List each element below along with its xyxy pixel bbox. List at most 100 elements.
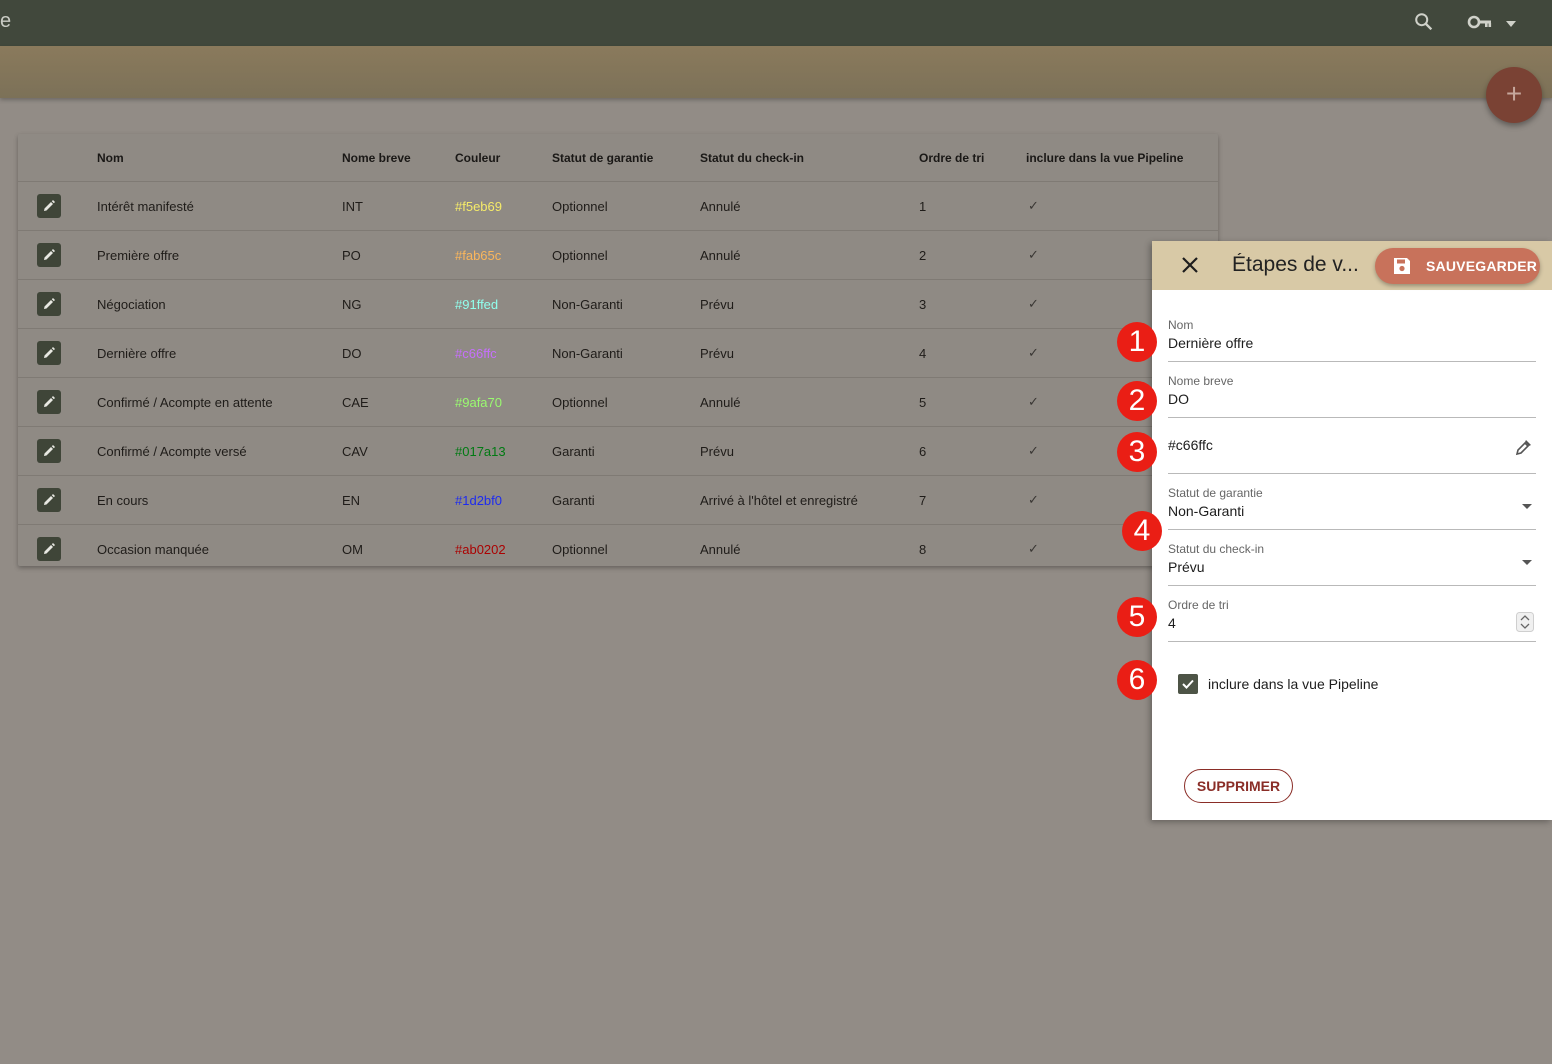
toolbar-strip xyxy=(0,46,1552,98)
pipeline-checkbox[interactable] xyxy=(1178,674,1198,694)
column-header-guarantee[interactable]: Statut de garantie xyxy=(552,134,653,181)
check-icon: ✓ xyxy=(1028,247,1039,262)
cell-color: #f5eb69 xyxy=(455,198,502,214)
cell-nom: Première offre xyxy=(97,247,180,263)
cell-checkin: Arrivé à l'hôtel et enregistré xyxy=(700,492,858,508)
table-row[interactable]: En cours EN #1d2bf0 Garanti Arrivé à l'hôtel… xyxy=(18,476,1218,525)
cell-short-name: EN xyxy=(342,492,361,508)
cell-color: #017a13 xyxy=(455,443,506,459)
sort-order-label: Ordre de tri xyxy=(1168,598,1229,612)
cell-color: #fab65c xyxy=(455,247,502,263)
cell-short-name: DO xyxy=(342,345,362,361)
delete-button[interactable]: SUPPRIMER xyxy=(1184,769,1293,803)
cell-guarantee: Optionnel xyxy=(552,198,608,214)
check-icon: ✓ xyxy=(1028,296,1039,311)
cell-color: #9afa70 xyxy=(455,394,502,410)
floppy-disk-icon xyxy=(1394,258,1410,274)
save-button-label: SAUVEGARDER xyxy=(1426,258,1538,274)
cell-sort-order: 3 xyxy=(919,296,927,312)
cell-nom: Confirmé / Acompte en attente xyxy=(97,394,273,410)
pencil-icon[interactable] xyxy=(37,488,61,512)
sort-order-field[interactable]: Ordre de tri 4 xyxy=(1168,598,1536,642)
table-row[interactable]: Première offre PO #fab65c Optionnel Annulé 2 ✓ xyxy=(18,231,1218,280)
column-header-pipeline[interactable]: inclure dans la vue Pipeline xyxy=(1026,134,1183,181)
number-stepper[interactable] xyxy=(1516,612,1534,637)
pencil-icon[interactable] xyxy=(37,341,61,365)
cell-checkin: Annulé xyxy=(700,247,741,263)
annotation-badge-5: 5 xyxy=(1117,597,1157,637)
close-icon[interactable] xyxy=(1180,255,1200,280)
annotation-badge-3: 3 xyxy=(1117,432,1157,472)
short-name-field-value[interactable]: DO xyxy=(1168,391,1536,407)
cell-checkin: Annulé xyxy=(700,198,741,214)
check-icon: ✓ xyxy=(1028,345,1039,360)
annotation-badge-2: 2 xyxy=(1117,381,1157,421)
cell-short-name: CAV xyxy=(342,443,368,459)
cell-guarantee: Optionnel xyxy=(552,394,608,410)
key-icon[interactable] xyxy=(1467,11,1493,38)
pencil-icon[interactable] xyxy=(37,292,61,316)
cell-sort-order: 8 xyxy=(919,541,927,557)
guarantee-status-select[interactable]: Statut de garantie Non-Garanti xyxy=(1168,486,1536,530)
cell-guarantee: Garanti xyxy=(552,492,595,508)
table-row[interactable]: Dernière offre DO #c66ffc Non-Garanti Prévu 4… xyxy=(18,329,1218,378)
table-row[interactable]: Négociation NG #91ffed Non-Garanti Prévu 3 ✓ xyxy=(18,280,1218,329)
add-button[interactable]: + xyxy=(1486,67,1542,123)
column-header-checkin[interactable]: Statut du check-in xyxy=(700,134,804,181)
search-icon[interactable] xyxy=(1413,11,1435,38)
table-row[interactable]: Confirmé / Acompte versé CAV #017a13 Garant… xyxy=(18,427,1218,476)
guarantee-status-label: Statut de garantie xyxy=(1168,486,1263,500)
table-row[interactable]: Intérêt manifesté INT #f5eb69 Optionnel Annu… xyxy=(18,182,1218,231)
pencil-icon[interactable] xyxy=(37,537,61,561)
cell-color: #ab0202 xyxy=(455,541,506,557)
panel-title: Étapes de v... xyxy=(1232,253,1359,276)
pencil-icon[interactable] xyxy=(37,439,61,463)
cell-nom: Occasion manquée xyxy=(97,541,210,557)
cell-guarantee: Optionnel xyxy=(552,541,608,557)
short-name-field[interactable]: Nome breve DO xyxy=(1168,374,1536,418)
pipeline-checkbox-label[interactable]: inclure dans la vue Pipeline xyxy=(1208,676,1378,692)
cell-sort-order: 6 xyxy=(919,443,927,459)
column-header-color[interactable]: Couleur xyxy=(455,134,500,181)
column-header-short-name[interactable]: Nome breve xyxy=(342,134,411,181)
annotation-badge-4: 4 xyxy=(1122,511,1162,551)
cell-checkin: Prévu xyxy=(700,345,734,361)
save-button[interactable]: SAUVEGARDER xyxy=(1375,248,1540,284)
arrow-drop-down-icon[interactable] xyxy=(1504,16,1518,34)
short-name-field-label: Nome breve xyxy=(1168,374,1234,388)
app-title: e xyxy=(0,10,12,32)
column-header-nom[interactable]: Nom xyxy=(97,134,124,181)
pencil-icon[interactable] xyxy=(37,390,61,414)
arrow-drop-down-icon[interactable] xyxy=(1520,555,1534,573)
cell-nom: Intérêt manifesté xyxy=(97,198,194,214)
check-icon: ✓ xyxy=(1028,443,1039,458)
edit-stage-panel: Étapes de v... SAUVEGARDER Nom Dernière … xyxy=(1152,241,1552,820)
table-body: Intérêt manifesté INT #f5eb69 Optionnel Annu… xyxy=(18,182,1218,566)
annotation-badge-6: 6 xyxy=(1117,660,1157,700)
table-row[interactable]: Confirmé / Acompte en attente CAE #9afa70 O… xyxy=(18,378,1218,427)
color-field-value[interactable]: #c66ffc xyxy=(1168,437,1536,453)
check-icon: ✓ xyxy=(1028,492,1039,507)
checkin-status-select[interactable]: Statut du check-in Prévu xyxy=(1168,542,1536,586)
eyedropper-icon[interactable] xyxy=(1514,437,1534,462)
pencil-icon[interactable] xyxy=(37,194,61,218)
cell-color: #91ffed xyxy=(455,296,499,312)
table-header: Nom Nome breve Couleur Statut de garanti… xyxy=(18,134,1218,182)
cell-checkin: Annulé xyxy=(700,394,741,410)
cell-guarantee: Non-Garanti xyxy=(552,296,623,312)
cell-guarantee: Optionnel xyxy=(552,247,608,263)
sort-order-value[interactable]: 4 xyxy=(1168,615,1536,631)
name-field-value[interactable]: Dernière offre xyxy=(1168,335,1536,351)
pencil-icon[interactable] xyxy=(37,243,61,267)
checkin-status-label: Statut du check-in xyxy=(1168,542,1265,556)
cell-nom: Dernière offre xyxy=(97,345,177,361)
top-app-bar: e xyxy=(0,0,1552,46)
arrow-drop-down-icon[interactable] xyxy=(1520,499,1534,517)
column-header-sort-order[interactable]: Ordre de tri xyxy=(919,134,984,181)
table-row[interactable]: Occasion manquée OM #ab0202 Optionnel Annulé… xyxy=(18,525,1218,566)
color-field[interactable]: #c66ffc xyxy=(1168,437,1536,474)
check-icon: ✓ xyxy=(1028,198,1039,213)
cell-nom: Confirmé / Acompte versé xyxy=(97,443,247,459)
name-field[interactable]: Nom Dernière offre xyxy=(1168,318,1536,362)
cell-short-name: OM xyxy=(342,541,363,557)
